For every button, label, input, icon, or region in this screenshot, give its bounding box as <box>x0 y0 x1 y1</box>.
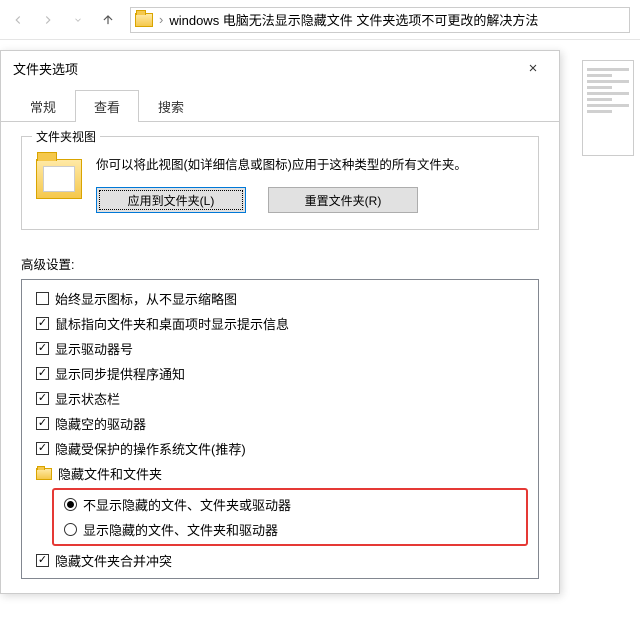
tab-general[interactable]: 常规 <box>11 90 75 122</box>
checkbox-icon[interactable] <box>36 292 49 305</box>
highlight-box: 不显示隐藏的文件、文件夹或驱动器 显示隐藏的文件、文件夹和驱动器 <box>52 488 528 546</box>
close-button[interactable] <box>513 54 553 82</box>
list-item[interactable]: 显示驱动器号 <box>26 336 534 361</box>
preview-thumbnail <box>582 60 634 156</box>
dialog-titlebar: 文件夹选项 <box>1 51 559 85</box>
checkbox-icon[interactable] <box>36 417 49 430</box>
address-bar[interactable]: › windows 电脑无法显示隐藏文件 文件夹选项不可更改的解决方法 <box>130 7 630 33</box>
list-item[interactable]: 显示状态栏 <box>26 386 534 411</box>
nav-up-button[interactable] <box>94 6 122 34</box>
list-item[interactable]: 鼠标指向文件夹和桌面项时显示提示信息 <box>26 311 534 336</box>
nav-recent-dropdown[interactable] <box>64 6 92 34</box>
radio-icon[interactable] <box>64 523 77 536</box>
checkbox-icon[interactable] <box>36 554 49 567</box>
folder-icon <box>36 468 52 480</box>
checkbox-icon[interactable] <box>36 442 49 455</box>
checkbox-icon[interactable] <box>36 392 49 405</box>
tab-view[interactable]: 查看 <box>75 90 139 122</box>
list-item[interactable]: 显示同步提供程序通知 <box>26 361 534 386</box>
folder-icon <box>36 159 82 199</box>
list-item-radio[interactable]: 不显示隐藏的文件、文件夹或驱动器 <box>54 492 526 517</box>
list-item[interactable]: 隐藏空的驱动器 <box>26 411 534 436</box>
tab-search[interactable]: 搜索 <box>139 90 203 122</box>
advanced-settings-list[interactable]: 始终显示图标，从不显示缩略图 鼠标指向文件夹和桌面项时显示提示信息 显示驱动器号… <box>21 279 539 579</box>
radio-icon[interactable] <box>64 498 77 511</box>
explorer-toolbar: › windows 电脑无法显示隐藏文件 文件夹选项不可更改的解决方法 <box>0 0 640 40</box>
list-item[interactable]: 隐藏文件夹合并冲突 <box>26 548 534 573</box>
list-item[interactable]: 始终显示图标，从不显示缩略图 <box>26 286 534 311</box>
checkbox-icon[interactable] <box>36 342 49 355</box>
nav-back-button[interactable] <box>4 6 32 34</box>
list-item-folder[interactable]: 隐藏文件和文件夹 <box>26 461 534 486</box>
dialog-body: 文件夹视图 你可以将此视图(如详细信息或图标)应用于这种类型的所有文件夹。 应用… <box>1 122 559 593</box>
apply-to-folders-button[interactable]: 应用到文件夹(L) <box>96 187 246 213</box>
dialog-title: 文件夹选项 <box>13 59 78 78</box>
folder-view-group: 文件夹视图 你可以将此视图(如详细信息或图标)应用于这种类型的所有文件夹。 应用… <box>21 136 539 230</box>
advanced-settings-label: 高级设置: <box>21 254 539 273</box>
list-item[interactable]: 隐藏受保护的操作系统文件(推荐) <box>26 436 534 461</box>
reset-folders-button[interactable]: 重置文件夹(R) <box>268 187 418 213</box>
chevron-right-icon: › <box>159 12 163 27</box>
list-item-radio[interactable]: 显示隐藏的文件、文件夹和驱动器 <box>54 517 526 542</box>
folder-icon <box>135 13 153 27</box>
checkbox-icon[interactable] <box>36 367 49 380</box>
folder-options-dialog: 文件夹选项 常规 查看 搜索 文件夹视图 你可以将此视图(如详细信息或图标)应用… <box>0 50 560 594</box>
tabs: 常规 查看 搜索 <box>1 89 559 122</box>
address-path: windows 电脑无法显示隐藏文件 文件夹选项不可更改的解决方法 <box>169 10 538 29</box>
folder-view-desc: 你可以将此视图(如详细信息或图标)应用于这种类型的所有文件夹。 <box>96 155 524 175</box>
nav-forward-button[interactable] <box>34 6 62 34</box>
group-label: 文件夹视图 <box>32 128 100 145</box>
checkbox-icon[interactable] <box>36 317 49 330</box>
